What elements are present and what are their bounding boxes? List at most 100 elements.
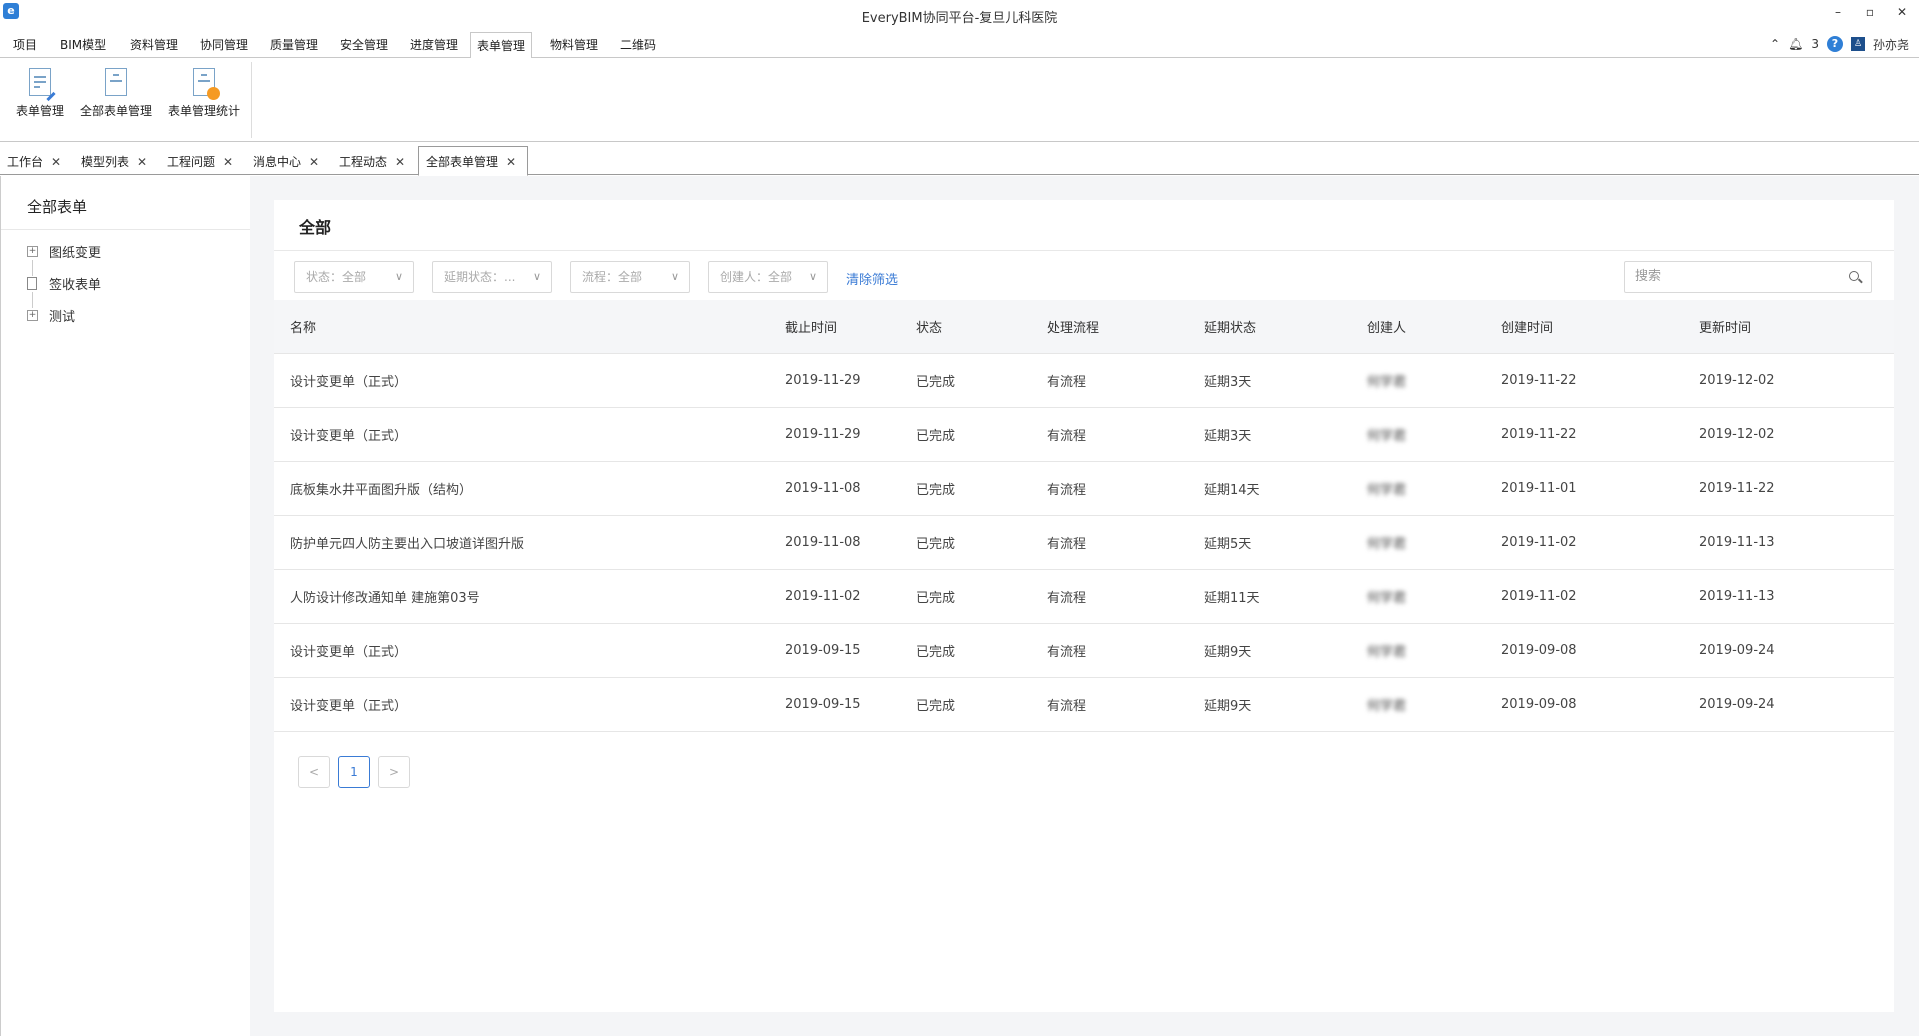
divider [1, 229, 250, 230]
tab-workbench[interactable]: 工作台 ✕ [0, 150, 61, 175]
menu-item-materials[interactable]: 物料管理 [544, 32, 604, 58]
expand-icon[interactable]: + [27, 246, 38, 257]
tree-item-label: 测试 [49, 310, 76, 325]
collapse-ribbon-icon[interactable]: ⌃ [1770, 37, 1780, 51]
menu-item-project[interactable]: 项目 [7, 32, 43, 58]
cell-delay: 延期5天 [1204, 515, 1367, 570]
table-row[interactable]: 设计变更单（正式） 2019-09-15 已完成 有流程 延期9天 何学君 20… [274, 623, 1894, 678]
form-edit-icon [29, 68, 56, 102]
tree-item-receipt-form[interactable]: 签收表单 [27, 274, 101, 293]
prev-page-button[interactable]: < [298, 756, 330, 788]
cell-name[interactable]: 底板集水井平面图升版（结构） [274, 461, 785, 516]
column-header-name[interactable]: 名称 [274, 300, 785, 354]
cell-deadline: 2019-11-08 [785, 461, 916, 516]
next-page-button[interactable]: > [378, 756, 410, 788]
tab-label: 模型列表 [81, 155, 130, 169]
column-header-delay[interactable]: 延期状态 [1204, 300, 1367, 354]
table-row[interactable]: 设计变更单（正式） 2019-09-15 已完成 有流程 延期9天 何学君 20… [274, 677, 1894, 732]
close-tab-icon[interactable]: ✕ [309, 150, 319, 174]
creator-filter[interactable]: 创建人：全部 ∨ [708, 261, 828, 293]
header-tools: ⌃ 🔔︎ 3 ? ♙ 孙亦尧 [1770, 32, 1909, 56]
flow-filter[interactable]: 流程：全部 ∨ [570, 261, 690, 293]
tree-item-test[interactable]: + 测试 [27, 306, 75, 325]
forms-management-button[interactable]: 表单管理 [14, 68, 66, 119]
cell-deadline: 2019-09-15 [785, 677, 916, 732]
cell-name[interactable]: 设计变更单（正式） [274, 353, 785, 408]
menu-item-forms[interactable]: 表单管理 [470, 32, 533, 59]
column-header-creator[interactable]: 创建人 [1367, 300, 1501, 354]
cell-created: 2019-09-08 [1501, 623, 1699, 678]
cell-name[interactable]: 防护单元四人防主要出入口坡道详图升版 [274, 515, 785, 570]
cell-created: 2019-11-02 [1501, 515, 1699, 570]
cell-updated: 2019-11-13 [1699, 515, 1894, 570]
form-document-icon [105, 68, 127, 96]
file-icon [27, 277, 37, 290]
search-placeholder: 搜索 [1635, 269, 1662, 284]
restore-button[interactable]: ▫ [1855, 2, 1885, 22]
cell-created: 2019-11-22 [1501, 407, 1699, 462]
chevron-down-icon: ∨ [394, 270, 403, 283]
cell-flow: 有流程 [1047, 407, 1204, 462]
sidebar: 全部表单 + 图纸变更 签收表单 + 测试 [0, 176, 250, 1036]
menu-item-documents[interactable]: 资料管理 [124, 32, 184, 58]
status-filter[interactable]: 状态：全部 ∨ [294, 261, 414, 293]
search-input[interactable]: 搜索 [1624, 261, 1872, 293]
tab-label: 工程问题 [167, 155, 216, 169]
avatar[interactable]: ♙ [1850, 37, 1865, 51]
user-name[interactable]: 孙亦尧 [1873, 36, 1909, 53]
column-header-deadline[interactable]: 截止时间 [785, 300, 916, 354]
ribbon-button-label: 表单管理 [15, 104, 64, 118]
forms-panel: 全部 状态：全部 ∨ 延期状态：... ∨ 流程：全部 ∨ 创建人：全部 ∨ 清除筛选 … [274, 200, 1894, 1012]
search-icon[interactable] [1849, 271, 1859, 281]
clear-filters-link[interactable]: 清除筛选 [846, 269, 898, 288]
tree-item-drawing-change[interactable]: + 图纸变更 [27, 242, 101, 261]
close-tab-icon[interactable]: ✕ [506, 147, 516, 177]
cell-creator: 何学君 [1367, 569, 1501, 624]
title-bar: e EveryBIM协同平台-复旦儿科医院 – ▫ ✕ [0, 0, 1919, 30]
cell-name[interactable]: 设计变更单（正式） [274, 407, 785, 462]
close-window-button[interactable]: ✕ [1887, 2, 1917, 22]
table-row[interactable]: 人防设计修改通知单 建施第03号 2019-11-02 已完成 有流程 延期11… [274, 569, 1894, 624]
table-row[interactable]: 底板集水井平面图升版（结构） 2019-11-08 已完成 有流程 延期14天 … [274, 461, 1894, 516]
page-title: 全部 [299, 218, 332, 237]
tab-label: 消息中心 [253, 155, 302, 169]
column-header-created[interactable]: 创建时间 [1501, 300, 1699, 354]
tab-message-center[interactable]: 消息中心 ✕ [246, 150, 319, 175]
close-tab-icon[interactable]: ✕ [223, 150, 233, 174]
page-1-button[interactable]: 1 [338, 756, 370, 788]
bell-icon[interactable]: 🔔︎ [1788, 37, 1803, 51]
minimize-button[interactable]: – [1823, 2, 1853, 22]
close-tab-icon[interactable]: ✕ [395, 150, 405, 174]
tab-engineering-issues[interactable]: 工程问题 ✕ [160, 150, 233, 175]
cell-name[interactable]: 人防设计修改通知单 建施第03号 [274, 569, 785, 624]
cell-updated: 2019-09-24 [1699, 677, 1894, 732]
tab-model-list[interactable]: 模型列表 ✕ [74, 150, 147, 175]
tab-all-forms[interactable]: 全部表单管理 ✕ [418, 146, 528, 176]
menu-item-bim-model[interactable]: BIM模型 [54, 32, 112, 58]
menu-item-schedule[interactable]: 进度管理 [404, 32, 464, 58]
cell-name[interactable]: 设计变更单（正式） [274, 623, 785, 678]
cell-creator: 何学君 [1367, 461, 1501, 516]
cell-name[interactable]: 设计变更单（正式） [274, 677, 785, 732]
notification-count[interactable]: 3 [1811, 37, 1819, 51]
delay-status-filter[interactable]: 延期状态：... ∨ [432, 261, 552, 293]
table-row[interactable]: 设计变更单（正式） 2019-11-29 已完成 有流程 延期3天 何学君 20… [274, 353, 1894, 408]
expand-icon[interactable]: + [27, 310, 38, 321]
menu-item-safety[interactable]: 安全管理 [334, 32, 394, 58]
forms-statistics-button[interactable]: 表单管理统计 [166, 68, 242, 119]
cell-delay: 延期9天 [1204, 677, 1367, 732]
help-icon[interactable]: ? [1826, 36, 1843, 52]
tab-engineering-news[interactable]: 工程动态 ✕ [332, 150, 405, 175]
close-tab-icon[interactable]: ✕ [137, 150, 147, 174]
menu-item-quality[interactable]: 质量管理 [264, 32, 324, 58]
table-row[interactable]: 防护单元四人防主要出入口坡道详图升版 2019-11-08 已完成 有流程 延期… [274, 515, 1894, 570]
menu-item-qrcode[interactable]: 二维码 [614, 32, 662, 58]
close-tab-icon[interactable]: ✕ [51, 150, 61, 174]
column-header-updated[interactable]: 更新时间 [1699, 300, 1894, 354]
table-row[interactable]: 设计变更单（正式） 2019-11-29 已完成 有流程 延期3天 何学君 20… [274, 407, 1894, 462]
all-forms-management-button[interactable]: 全部表单管理 [79, 68, 153, 119]
cell-deadline: 2019-11-29 [785, 353, 916, 408]
column-header-status[interactable]: 状态 [916, 300, 1047, 354]
column-header-flow[interactable]: 处理流程 [1047, 300, 1204, 354]
menu-item-collaboration[interactable]: 协同管理 [194, 32, 254, 58]
